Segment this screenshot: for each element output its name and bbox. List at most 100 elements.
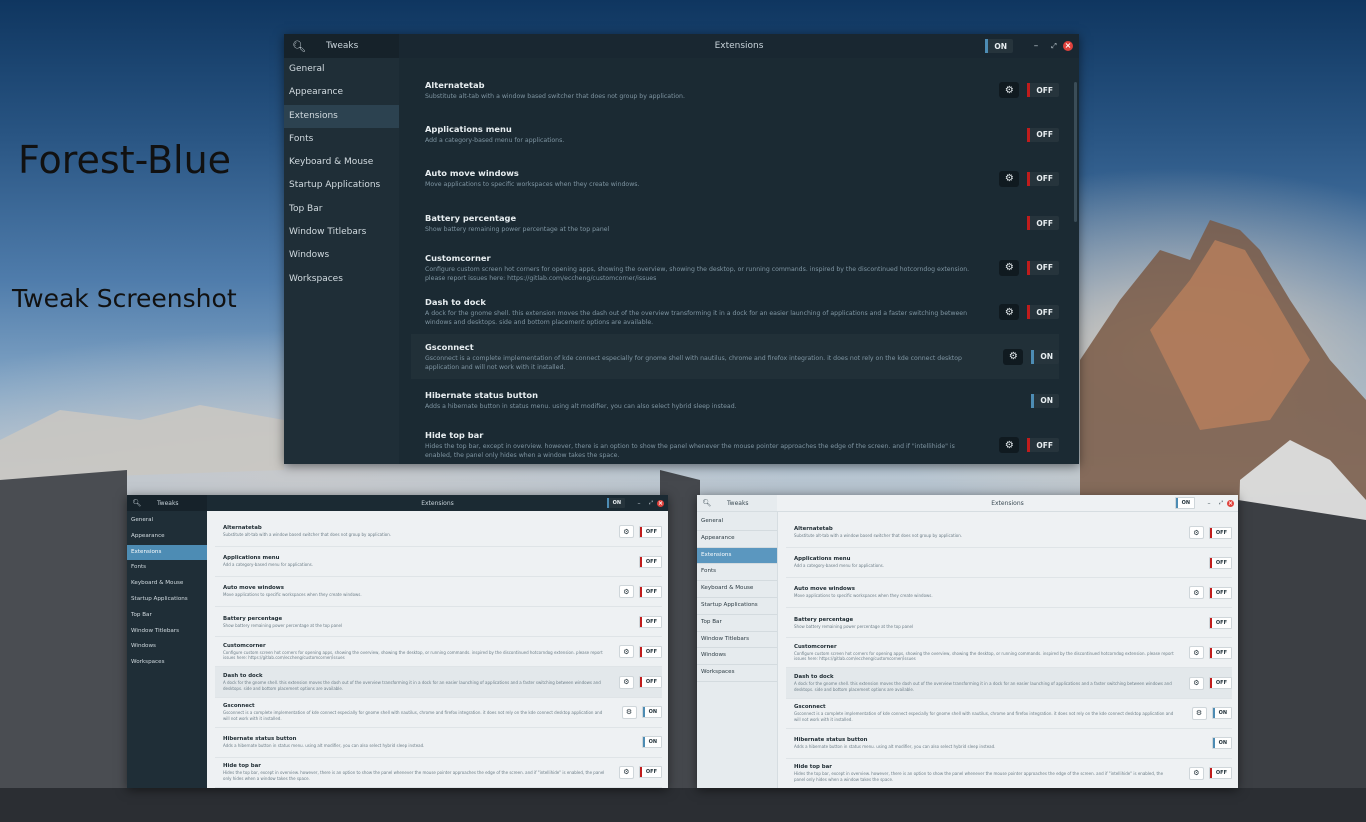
extension-toggle-switch[interactable]: ON	[1031, 349, 1059, 364]
extension-toggle-switch[interactable]: OFF	[638, 676, 662, 689]
gear-icon[interactable]: ⚙	[618, 765, 634, 779]
gear-icon[interactable]: ⚙	[1188, 676, 1204, 690]
gear-icon[interactable]: ⚙	[1188, 586, 1204, 600]
gear-icon[interactable]: ⚙	[999, 304, 1020, 321]
sidebar-item-general[interactable]: General	[127, 513, 207, 529]
extension-toggle-switch[interactable]: OFF	[638, 615, 662, 628]
gear-icon[interactable]: ⚙	[1188, 766, 1204, 780]
sidebar-item-window-titlebars[interactable]: Window Titlebars	[697, 632, 777, 649]
close-button[interactable]: ×	[1063, 41, 1073, 51]
minimize-button[interactable]: –	[633, 500, 645, 507]
sidebar-item-window-titlebars[interactable]: Window Titlebars	[127, 624, 207, 640]
extension-toggle-switch[interactable]: ON	[1211, 707, 1232, 720]
global-extensions-switch[interactable]: ON	[985, 39, 1013, 53]
global-extensions-switch[interactable]: ON	[606, 498, 625, 508]
gear-icon[interactable]: ⚙	[621, 705, 637, 719]
sidebar: General Appearance Extensions Fonts Keyboard…	[127, 511, 207, 788]
extension-row-hide-top-bar: Hide top bar Hides the top bar, except in…	[411, 423, 1059, 464]
extension-toggle-switch[interactable]: OFF	[1208, 677, 1232, 690]
gear-icon[interactable]: ⚙	[1188, 526, 1204, 540]
extension-toggle-switch[interactable]: OFF	[638, 766, 662, 779]
gear-icon[interactable]: ⚙	[999, 82, 1020, 99]
sidebar-item-general[interactable]: General	[697, 514, 777, 531]
gear-icon[interactable]: ⚙	[1003, 348, 1024, 365]
maximize-button[interactable]: ⤢	[1215, 500, 1227, 506]
sidebar-item-keyboard-and-mouse[interactable]: Keyboard & Mouse	[697, 581, 777, 598]
sidebar-item-startup-applications[interactable]: Startup Applications	[127, 592, 207, 608]
sidebar-item-top-bar[interactable]: Top Bar	[697, 615, 777, 632]
extension-toggle-switch[interactable]: OFF	[1208, 646, 1232, 659]
maximize-button[interactable]: ⤢	[645, 500, 657, 506]
sidebar-item-fonts[interactable]: Fonts	[127, 560, 207, 576]
global-extensions-switch[interactable]: ON	[1174, 497, 1195, 509]
search-icon[interactable]: 🔍︎	[284, 40, 314, 53]
sidebar-item-windows[interactable]: Windows	[127, 639, 207, 655]
switch-label: OFF	[1036, 440, 1053, 450]
sidebar-item-workspaces[interactable]: Workspaces	[127, 655, 207, 671]
extension-toggle-switch[interactable]: OFF	[638, 555, 662, 568]
gear-icon[interactable]: ⚙	[1188, 646, 1204, 660]
extension-toggle-switch[interactable]: OFF	[1208, 556, 1232, 569]
gear-icon[interactable]: ⚙	[618, 585, 634, 599]
gear-icon[interactable]: ⚙	[999, 259, 1020, 276]
extension-toggle-switch[interactable]: OFF	[638, 525, 662, 538]
extension-toggle-switch[interactable]: ON	[641, 706, 662, 719]
sidebar-item-windows[interactable]: Windows	[284, 244, 399, 267]
extension-description: Add a category-based menu for applicatio…	[425, 137, 565, 145]
gear-icon[interactable]: ⚙	[1191, 706, 1207, 720]
sidebar-item-fonts[interactable]: Fonts	[697, 564, 777, 582]
extension-toggle-switch[interactable]: OFF	[1208, 526, 1232, 539]
extensions-list: Alternatetab Substitute alt-tab with a wi…	[207, 511, 668, 788]
gear-icon[interactable]: ⚙	[999, 170, 1020, 187]
gear-icon[interactable]: ⚙	[618, 645, 634, 659]
gear-icon[interactable]: ⚙	[999, 437, 1020, 454]
maximize-button[interactable]: ⤢	[1045, 42, 1063, 51]
extension-name: Hide top bar	[794, 764, 832, 771]
extension-toggle-switch[interactable]: OFF	[1027, 171, 1059, 186]
close-button[interactable]: ×	[1227, 499, 1234, 507]
sidebar-item-keyboard-and-mouse[interactable]: Keyboard & Mouse	[127, 576, 207, 592]
extension-toggle-switch[interactable]: OFF	[1208, 616, 1232, 629]
extension-toggle-switch[interactable]: OFF	[1027, 305, 1059, 320]
extension-toggle-switch[interactable]: OFF	[1208, 767, 1232, 780]
sidebar-item-fonts[interactable]: Fonts	[284, 128, 399, 151]
extension-toggle-switch[interactable]: OFF	[1027, 438, 1059, 453]
sidebar-item-extensions[interactable]: Extensions	[697, 547, 777, 565]
extension-toggle-switch[interactable]: OFF	[638, 645, 662, 658]
gear-icon[interactable]: ⚙	[618, 675, 634, 689]
extension-toggle-switch[interactable]: ON	[641, 736, 662, 749]
search-icon[interactable]: 🔍︎	[697, 499, 717, 507]
sidebar-item-workspaces[interactable]: Workspaces	[697, 665, 777, 682]
sidebar-item-extensions[interactable]: Extensions	[127, 544, 207, 561]
sidebar-item-general[interactable]: General	[284, 58, 399, 81]
extension-toggle-switch[interactable]: OFF	[1027, 216, 1059, 231]
sidebar-item-startup-applications[interactable]: Startup Applications	[284, 174, 399, 197]
sidebar-item-top-bar[interactable]: Top Bar	[284, 198, 399, 221]
sidebar-item-windows[interactable]: Windows	[697, 648, 777, 666]
sidebar-item-extensions[interactable]: Extensions	[284, 104, 399, 128]
extension-text: Hibernate status button Adds a hibernate …	[425, 390, 1031, 411]
extension-toggle-switch[interactable]: ON	[1211, 737, 1232, 750]
sidebar-item-appearance[interactable]: Appearance	[127, 529, 207, 545]
sidebar-item-window-titlebars[interactable]: Window Titlebars	[284, 221, 399, 244]
sidebar-item-appearance[interactable]: Appearance	[284, 81, 399, 104]
sidebar-item-keyboard-and-mouse[interactable]: Keyboard & Mouse	[284, 151, 399, 174]
sidebar-item-startup-applications[interactable]: Startup Applications	[697, 598, 777, 615]
extension-toggle-switch[interactable]: OFF	[1027, 260, 1059, 275]
extension-toggle-switch[interactable]: OFF	[1208, 586, 1232, 599]
search-icon[interactable]: 🔍︎	[127, 499, 147, 507]
extension-toggle-switch[interactable]: ON	[1031, 393, 1059, 408]
extension-toggle-switch[interactable]: OFF	[638, 585, 662, 598]
extension-row-auto-move-windows: Auto move windows Move applications to sp…	[215, 577, 662, 608]
sidebar-item-appearance[interactable]: Appearance	[697, 531, 777, 548]
extension-toggle-switch[interactable]: OFF	[1027, 127, 1059, 142]
extension-toggle-switch[interactable]: OFF	[1027, 83, 1059, 98]
minimize-button[interactable]: –	[1027, 41, 1045, 51]
gear-icon[interactable]: ⚙	[618, 525, 634, 539]
scrollbar[interactable]	[1074, 82, 1077, 222]
switch-label: ON	[1218, 740, 1227, 747]
sidebar-item-workspaces[interactable]: Workspaces	[284, 268, 399, 291]
minimize-button[interactable]: –	[1203, 500, 1215, 507]
sidebar-item-top-bar[interactable]: Top Bar	[127, 608, 207, 624]
close-button[interactable]: ×	[657, 499, 664, 507]
